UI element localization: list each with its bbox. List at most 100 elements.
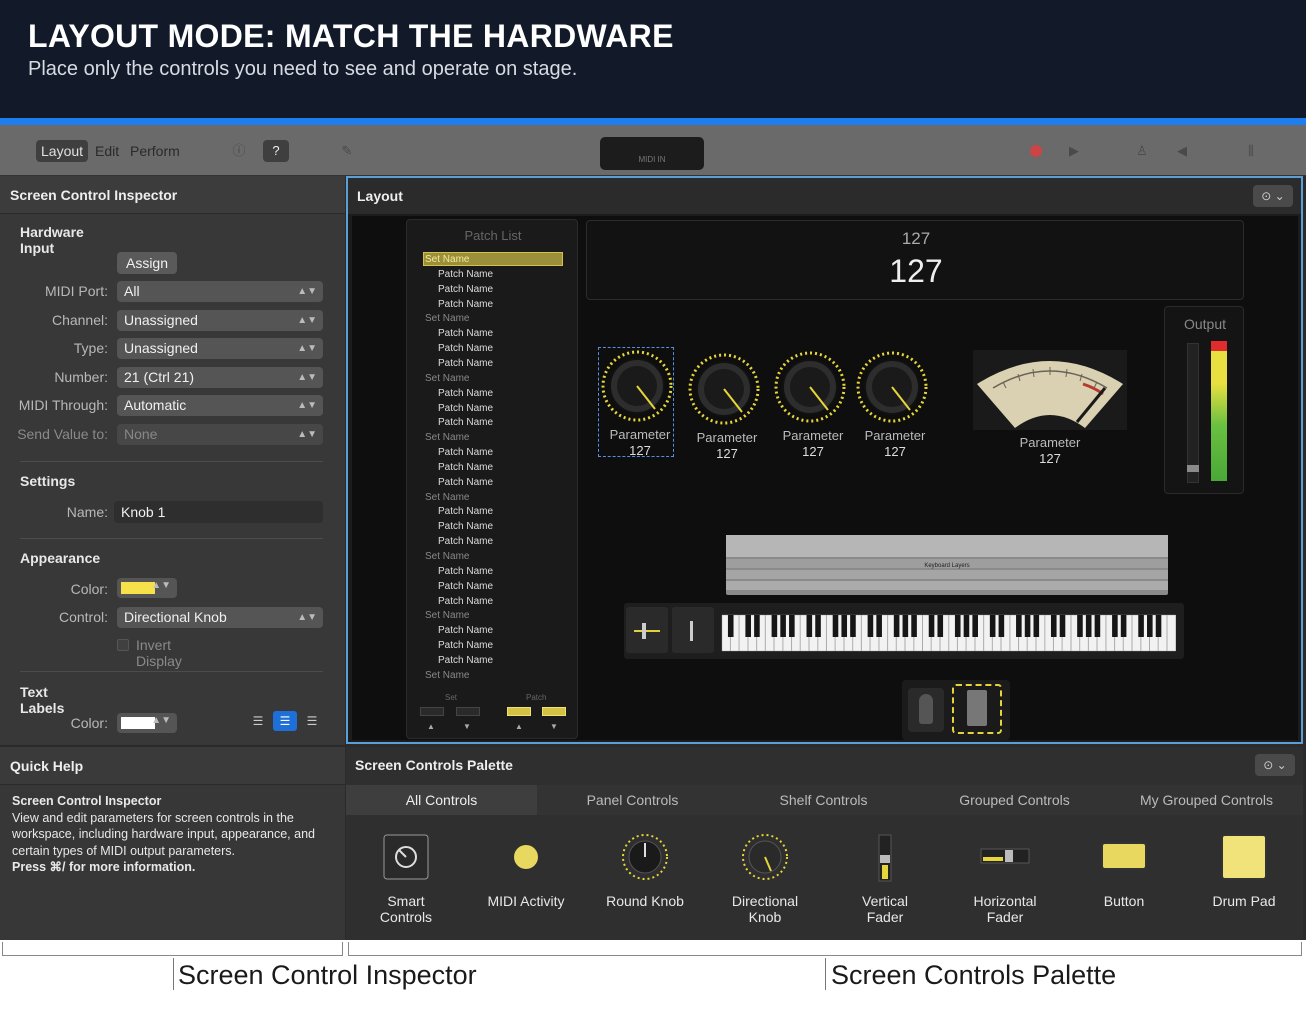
tab-grouped-controls[interactable]: Grouped Controls — [919, 785, 1110, 815]
type-select[interactable]: Unassigned ▲▼ — [117, 338, 323, 359]
output-fader-handle[interactable] — [1187, 465, 1199, 472]
black-key[interactable] — [911, 615, 917, 637]
mixer-icon[interactable]: ⫼ — [1238, 140, 1264, 162]
black-key[interactable] — [902, 615, 909, 637]
patch-next-button[interactable] — [542, 707, 566, 716]
patch-name-item[interactable]: Patch Name — [438, 506, 493, 517]
set-name-item[interactable]: Set Name — [425, 373, 469, 384]
palette-item[interactable]: Horizontal Fader — [945, 831, 1065, 925]
set-name-item[interactable]: Set Name — [425, 670, 469, 681]
patch-name-item[interactable]: Patch Name — [438, 388, 493, 399]
midi-port-select[interactable]: All ▲▼ — [117, 281, 323, 302]
patch-name-item[interactable]: Patch Name — [438, 447, 493, 458]
align-right-icon[interactable]: ☰ — [300, 711, 324, 731]
palette-menu-icon[interactable]: ⊙ ⌄ — [1255, 754, 1295, 776]
black-key[interactable] — [989, 615, 996, 637]
black-key[interactable] — [850, 615, 856, 637]
info-icon[interactable]: ⓘ — [226, 140, 252, 162]
black-key[interactable] — [998, 615, 1005, 637]
tab-all-controls[interactable]: All Controls — [346, 785, 537, 815]
black-key[interactable] — [832, 615, 839, 637]
black-key[interactable] — [954, 615, 961, 637]
palette-item[interactable]: Button — [1064, 831, 1184, 921]
tab-panel-controls[interactable]: Panel Controls — [537, 785, 728, 815]
metronome-icon[interactable]: ♙ — [1129, 140, 1155, 162]
set-prev-button[interactable] — [420, 707, 444, 716]
black-key[interactable] — [1120, 615, 1127, 637]
black-key[interactable] — [867, 615, 874, 637]
black-key[interactable] — [1059, 615, 1066, 637]
output-fader-track[interactable] — [1187, 343, 1199, 483]
patch-name-item[interactable]: Patch Name — [438, 566, 493, 577]
black-key[interactable] — [1050, 615, 1057, 637]
set-name-item[interactable]: Set Name — [425, 492, 469, 503]
black-key[interactable] — [1016, 615, 1022, 637]
black-key[interactable] — [754, 615, 760, 637]
knob-control[interactable]: Parameter 127 — [687, 352, 767, 462]
send-value-select[interactable]: None ▲▼ — [117, 424, 323, 445]
black-key[interactable] — [1112, 615, 1118, 637]
patch-name-item[interactable]: Patch Name — [438, 581, 493, 592]
set-name-item[interactable]: Set Name — [425, 254, 469, 265]
patch-name-item[interactable]: Patch Name — [438, 299, 493, 310]
black-key[interactable] — [893, 615, 900, 637]
assign-button[interactable]: Assign — [117, 252, 177, 274]
black-key[interactable] — [815, 615, 821, 637]
patch-name-item[interactable]: Patch Name — [438, 358, 493, 369]
palette-item[interactable]: Directional Knob — [705, 831, 825, 925]
black-key[interactable] — [963, 615, 970, 637]
tab-my-grouped-controls[interactable]: My Grouped Controls — [1110, 785, 1303, 815]
number-select[interactable]: 21 (Ctrl 21) ▲▼ — [117, 367, 323, 388]
patch-name-item[interactable]: Patch Name — [438, 521, 493, 532]
black-key[interactable] — [1085, 615, 1092, 637]
palette-item[interactable]: Round Knob — [585, 831, 705, 921]
black-key[interactable] — [1155, 615, 1162, 637]
set-name-item[interactable]: Set Name — [425, 313, 469, 324]
record-icon[interactable] — [1023, 140, 1049, 162]
black-key[interactable] — [972, 615, 978, 637]
mode-perform-button[interactable]: Perform — [125, 140, 185, 162]
black-key[interactable] — [789, 615, 795, 637]
patch-name-item[interactable]: Patch Name — [438, 536, 493, 547]
speaker-icon[interactable]: ◀ — [1169, 140, 1195, 162]
patch-name-item[interactable]: Patch Name — [438, 269, 493, 280]
set-name-item[interactable]: Set Name — [425, 551, 469, 562]
patch-name-item[interactable]: Patch Name — [438, 625, 493, 636]
patch-prev-button[interactable] — [507, 707, 531, 716]
text-color-picker[interactable]: ▲▼ — [117, 713, 177, 733]
mode-edit-button[interactable]: Edit — [90, 140, 124, 162]
midi-through-select[interactable]: Automatic ▲▼ — [117, 395, 323, 416]
black-key[interactable] — [1138, 615, 1144, 637]
black-key[interactable] — [928, 615, 935, 637]
patch-name-item[interactable]: Patch Name — [438, 328, 493, 339]
palette-item[interactable]: Smart Controls — [346, 831, 466, 925]
palette-item[interactable]: Drum Pad — [1184, 831, 1304, 921]
sustain-pedal[interactable] — [908, 688, 944, 732]
align-left-icon[interactable]: ☰ — [246, 711, 270, 731]
channel-select[interactable]: Unassigned ▲▼ — [117, 310, 323, 331]
patch-name-item[interactable]: Patch Name — [438, 343, 493, 354]
set-name-item[interactable]: Set Name — [425, 610, 469, 621]
black-key[interactable] — [937, 615, 944, 637]
expression-pedal[interactable] — [952, 684, 1002, 734]
knob-control[interactable]: Parameter 127 — [855, 350, 935, 460]
color-picker[interactable]: ▲▼ — [117, 578, 177, 598]
white-key[interactable] — [1167, 614, 1176, 652]
layout-menu-icon[interactable]: ⊙ ⌄ — [1253, 185, 1293, 207]
black-key[interactable] — [876, 615, 882, 637]
black-key[interactable] — [780, 615, 786, 637]
patch-name-item[interactable]: Patch Name — [438, 403, 493, 414]
patch-name-item[interactable]: Patch Name — [438, 640, 493, 651]
align-center-icon[interactable]: ☰ — [273, 711, 297, 731]
black-key[interactable] — [1077, 615, 1083, 637]
black-key[interactable] — [1147, 615, 1153, 637]
black-key[interactable] — [1094, 615, 1101, 637]
patch-name-item[interactable]: Patch Name — [438, 462, 493, 473]
black-key[interactable] — [841, 615, 848, 637]
invert-display-checkbox[interactable] — [117, 639, 129, 651]
patch-name-item[interactable]: Patch Name — [438, 596, 493, 607]
set-next-button[interactable] — [456, 707, 480, 716]
patch-name-item[interactable]: Patch Name — [438, 477, 493, 488]
control-select[interactable]: Directional Knob ▲▼ — [117, 607, 323, 628]
black-key[interactable] — [806, 615, 813, 637]
